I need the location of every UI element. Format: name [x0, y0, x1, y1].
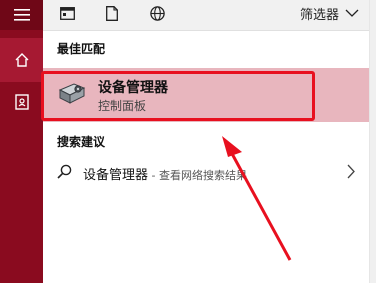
annotation-arrow: [222, 136, 292, 261]
